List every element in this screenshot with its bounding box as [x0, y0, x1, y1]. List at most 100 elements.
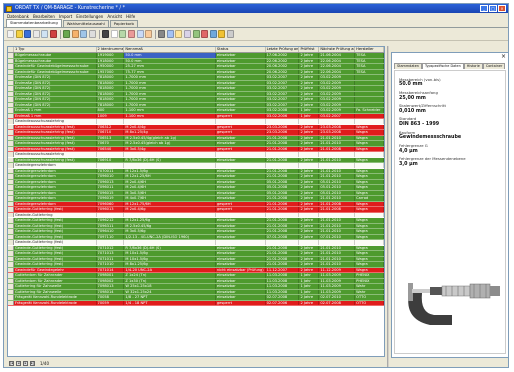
panel-splitter[interactable] — [387, 46, 389, 367]
tab-wahlsmittelauswahl[interactable]: Wahlsmittelauswahl — [62, 20, 109, 27]
sort-icon[interactable] — [71, 30, 79, 38]
check-icon[interactable] — [192, 30, 200, 38]
save-icon[interactable] — [24, 30, 32, 38]
cell-nennmass: M 12x1.25/6g — [124, 218, 216, 223]
minimize-button[interactable]: _ — [480, 5, 488, 12]
paste-icon[interactable] — [41, 30, 49, 38]
column-header-letzte-pruefung[interactable]: Letzte Prüfung am — [266, 47, 300, 52]
cell-prueffrist — [299, 163, 320, 168]
cell-naechste-pruefung: 03.02.2009 — [319, 91, 356, 96]
cell-status: gesperrt — [216, 130, 266, 135]
filter-icon[interactable] — [63, 30, 71, 38]
app-icon — [6, 5, 12, 12]
export-icon[interactable] — [119, 30, 127, 38]
cell-letzte-pruefung: 11.12.2007 — [266, 267, 300, 272]
instrument-grid[interactable]: 1 Typ 2 Identnummer Nennmaß Status Letzt… — [7, 46, 385, 357]
report-icon[interactable] — [127, 30, 135, 38]
cell-identnummer: 706513 — [97, 135, 125, 140]
tab-papierkorb[interactable]: Papierkorb — [109, 20, 138, 27]
cell-typ: Gewindegrenzlehrdorn — [14, 174, 97, 179]
cell-prueffrist: 1 Jahr — [299, 108, 320, 113]
column-header-typ[interactable]: 1 Typ — [14, 47, 97, 52]
last-record-button[interactable]: ▸| — [30, 360, 35, 366]
help-icon[interactable] — [218, 30, 226, 38]
exit-icon[interactable] — [227, 30, 235, 38]
copy-icon[interactable] — [32, 30, 40, 38]
column-header-status[interactable]: Status — [216, 47, 266, 52]
table-icon[interactable] — [136, 30, 144, 38]
settings-icon[interactable] — [184, 30, 192, 38]
cell-prueffrist: 2 Jahre — [299, 124, 320, 129]
mail-icon[interactable] — [175, 30, 183, 38]
cell-typ: Gewindegrenzlehrdorn — [14, 185, 97, 190]
grid-body: Bügelmessschraube 1919000 50.0 mm einsatzba… — [8, 53, 384, 306]
table-row[interactable]: Fräsgerät Kennzahl-Rundelektrode 70059 1/4… — [8, 300, 384, 306]
next-record-button[interactable]: ▸ — [23, 360, 28, 366]
close-button[interactable]: × — [498, 5, 506, 12]
column-header-prueffrist[interactable]: Prüffrist — [299, 47, 320, 52]
cell-identnummer: 7096410 — [97, 229, 125, 234]
close-icon[interactable]: × — [501, 53, 506, 60]
cell-letzte-pruefung: 03.02.2007 — [266, 102, 300, 107]
cell-letzte-pruefung: 20.06.2002 — [266, 69, 300, 74]
cell-letzte-pruefung: 02.07.2008 — [266, 295, 300, 300]
menu-hilfe[interactable]: Hilfe — [126, 13, 135, 20]
column-header-hersteller[interactable]: Hersteller — [355, 47, 384, 52]
chart-icon[interactable] — [145, 30, 153, 38]
tab-container[interactable]: Container — [482, 63, 506, 69]
search-icon[interactable] — [80, 30, 88, 38]
previous-record-button[interactable]: ◂ — [16, 360, 21, 366]
cell-nennmass: M 3x0.5/6H — [124, 190, 216, 195]
cell-identnummer: 800 — [97, 108, 125, 113]
cell-hersteller: TESA — [355, 64, 384, 69]
cell-nennmass: M 12x1.5/6g — [124, 168, 216, 173]
cell-prueffrist: 2 Jahre — [299, 201, 320, 206]
record-navigator: |◂ ◂ ▸ ▸| 1/40 — [7, 359, 385, 367]
cell-letzte-pruefung: 05.01.2008 — [266, 185, 300, 190]
cell-nennmass: M 10x1.5/6g — [124, 256, 216, 261]
cell-prueffrist: 2 Jahre — [299, 80, 320, 85]
cell-identnummer: 7070011 — [97, 168, 125, 173]
cell-identnummer: 706540 — [97, 146, 125, 151]
info-icon[interactable] — [209, 30, 217, 38]
cell-status: einsatzbar — [216, 97, 266, 102]
column-header-nennmass[interactable]: Nennmaß — [124, 47, 216, 52]
delete-icon[interactable] — [49, 30, 57, 38]
barcode-icon[interactable] — [102, 30, 110, 38]
column-header-naechste-pruefung[interactable]: Nächste Prüfung am — [319, 47, 356, 52]
print-preview-icon[interactable] — [166, 30, 174, 38]
cell-prueffrist: 2 Jahre — [299, 218, 320, 223]
cell-typ: Endmaße (DIN 872) — [14, 80, 97, 85]
refresh-icon[interactable] — [88, 30, 96, 38]
cell-naechste-pruefung: 03.02.2009 — [319, 102, 356, 107]
tab-stammdaten[interactable]: Stammdaten — [394, 63, 422, 69]
cell-prueffrist: 2 Jahre — [299, 267, 320, 272]
tab-stammdatenbearbeitung[interactable]: Stammdatenbearbeitung — [6, 19, 62, 27]
calendar-icon[interactable] — [110, 30, 118, 38]
stop-icon[interactable] — [201, 30, 209, 38]
cell-prueffrist: 1 Jahr — [299, 284, 320, 289]
cell-letzte-pruefung: 21.01.2008 — [266, 223, 300, 228]
cell-naechste-pruefung — [319, 212, 356, 217]
first-record-button[interactable]: |◂ — [9, 360, 14, 366]
menu-ansicht[interactable]: Ansicht — [107, 13, 122, 20]
field-label-messbereichsanfang: Messbereichsanfang — [399, 89, 438, 95]
maximize-button[interactable]: □ — [489, 5, 497, 12]
cell-typ: Endmaß 1 mm — [14, 113, 97, 118]
cell-letzte-pruefung: 21.01.2006 — [266, 207, 300, 212]
cell-nennmass: M 2x0.4/6H — [124, 179, 216, 184]
tab-historie[interactable]: Historie — [463, 63, 483, 69]
print-icon[interactable] — [158, 30, 166, 38]
new-record-icon[interactable] — [7, 30, 14, 38]
cell-hersteller: TESA — [355, 58, 384, 63]
column-header-identnummer[interactable]: 2 Identnummer — [97, 47, 125, 52]
cell-hersteller: Wahr — [355, 289, 384, 294]
cell-hersteller: Wagra — [355, 168, 384, 173]
tab-typspezifische-daten[interactable]: Typspezifische Daten — [421, 63, 464, 69]
cell-status: einsatzbar — [216, 75, 266, 80]
menu-einstellungen[interactable]: Einstellungen — [76, 13, 103, 20]
cell-status: gesperrt — [216, 201, 266, 206]
cell-typ: Gewinde-Gutlehrring (fest) — [14, 240, 97, 245]
toolbar-separator — [59, 29, 61, 39]
open-folder-icon[interactable] — [15, 30, 23, 38]
